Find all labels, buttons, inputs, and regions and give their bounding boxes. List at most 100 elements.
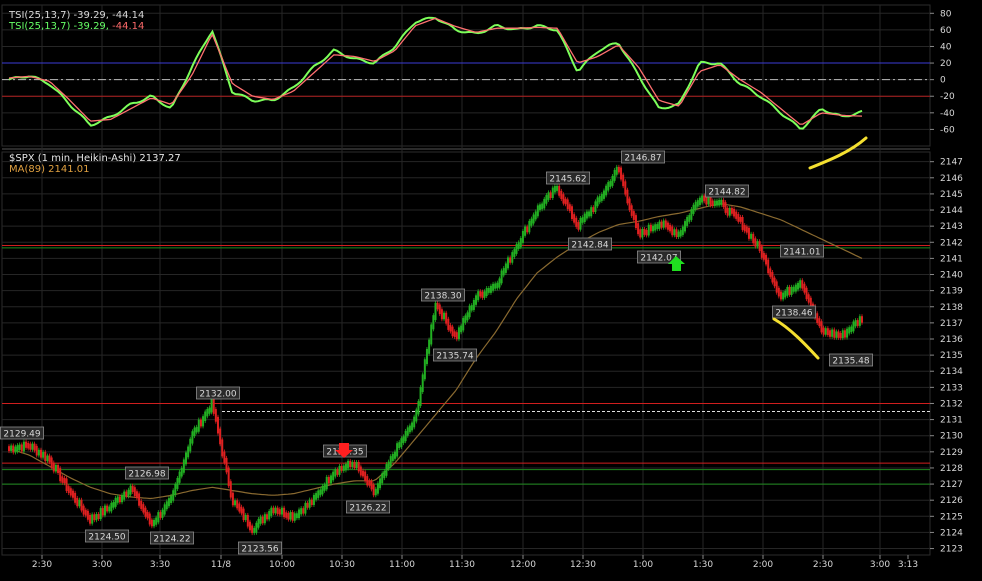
candle-body	[436, 302, 439, 310]
candle-body	[270, 507, 273, 516]
annotation-label: 2138.46	[775, 309, 812, 319]
candle-body	[172, 490, 175, 501]
candle-body	[754, 238, 757, 247]
candle-body	[790, 286, 793, 295]
candle-body	[854, 320, 857, 327]
candle-body	[496, 282, 499, 289]
candle-body	[210, 399, 213, 413]
price-y-tick-label: 2123	[940, 545, 963, 555]
candle-body	[214, 409, 217, 422]
candle-body	[74, 492, 77, 503]
candle-body	[784, 290, 787, 298]
candle-body	[558, 185, 561, 196]
price-y-tick-label: 2145	[940, 190, 963, 200]
candle-body	[39, 449, 42, 458]
tsi-legend-1: TSI(25,13,7) -39.29, -44.14	[8, 10, 144, 21]
candle-body	[664, 220, 667, 228]
candle-body	[513, 249, 516, 257]
candle-body	[475, 295, 478, 305]
candle-body	[244, 514, 247, 521]
candle-body	[660, 221, 663, 228]
candle-body	[579, 217, 582, 230]
candle-body	[385, 464, 388, 476]
price-annotation: 2144.82	[705, 184, 750, 198]
candle-body	[27, 442, 30, 449]
candle-body	[692, 204, 695, 214]
candle-body	[622, 174, 625, 187]
candle-body	[750, 233, 753, 239]
price-annotation: 2126.98	[125, 466, 170, 480]
candle-body	[330, 475, 333, 484]
candle-body	[835, 331, 838, 338]
candle-body	[84, 509, 87, 516]
candle-body	[494, 283, 497, 289]
candle-body	[321, 485, 324, 495]
candle-body	[59, 468, 62, 482]
x-tick-label: 10:00	[269, 560, 295, 570]
candle-body	[688, 215, 691, 222]
candle-body	[50, 457, 53, 468]
candle-body	[187, 446, 190, 458]
candle-body	[788, 286, 791, 295]
candle-body	[607, 182, 610, 191]
candle-body	[434, 302, 437, 321]
candle-body	[238, 503, 241, 512]
x-tick-label: 3:00	[92, 560, 112, 570]
candle-body	[52, 462, 55, 472]
candle-body	[628, 198, 631, 211]
candle-body	[779, 291, 782, 300]
candle-body	[54, 464, 57, 472]
candle-body	[632, 211, 635, 220]
candle-body	[389, 456, 392, 467]
candle-body	[174, 484, 177, 496]
candle-body	[208, 407, 211, 414]
candle-body	[765, 254, 768, 265]
candle-body	[419, 387, 422, 406]
candle-body	[182, 459, 185, 473]
candle-body	[44, 451, 47, 462]
candle-body	[364, 471, 367, 481]
candle-body	[720, 199, 723, 205]
candle-body	[428, 339, 431, 354]
candle-body	[349, 460, 352, 467]
candle-body	[204, 411, 207, 422]
candle-body	[818, 318, 821, 327]
annotation-label: 2142.84	[571, 241, 608, 251]
candle-body	[568, 204, 571, 212]
candle-body	[46, 455, 49, 462]
tsi-y-tick-label: 0	[940, 76, 946, 86]
price-y-tick-label: 2130	[940, 432, 963, 442]
candle-body	[654, 224, 657, 231]
candle-body	[76, 497, 79, 507]
candle-body	[89, 514, 92, 524]
candle-body	[846, 328, 849, 338]
candle-body	[438, 304, 441, 315]
candle-body	[549, 192, 552, 198]
candle-body	[411, 422, 414, 431]
candle-body	[163, 504, 166, 515]
candle-body	[684, 221, 687, 232]
stock-chart: 2129.49 2126.98 2124.50 2124.22 2132.00 2123.…	[0, 4, 963, 570]
price-y-tick-label: 2134	[940, 367, 963, 377]
candle-body	[797, 282, 800, 290]
candle-body	[470, 305, 473, 311]
candle-body	[423, 359, 426, 380]
tsi-legend-2: TSI(25,13,7) -39.29, -44.14	[8, 21, 144, 32]
candle-body	[287, 512, 290, 520]
candle-body	[696, 200, 699, 207]
candle-body	[202, 416, 205, 427]
candle-body	[116, 496, 119, 503]
candle-body	[677, 231, 680, 238]
candle-body	[351, 461, 354, 467]
candle-body	[489, 285, 492, 293]
candle-body	[332, 471, 335, 481]
candle-body	[180, 467, 183, 477]
annotation-label: 2123.56	[241, 545, 278, 555]
candle-body	[408, 425, 411, 433]
tsi-signal-line	[8, 17, 863, 125]
candle-body	[242, 508, 245, 521]
candle-body	[792, 286, 795, 292]
candle-body	[161, 509, 164, 518]
candle-body	[643, 228, 646, 235]
candle-body	[705, 196, 708, 205]
